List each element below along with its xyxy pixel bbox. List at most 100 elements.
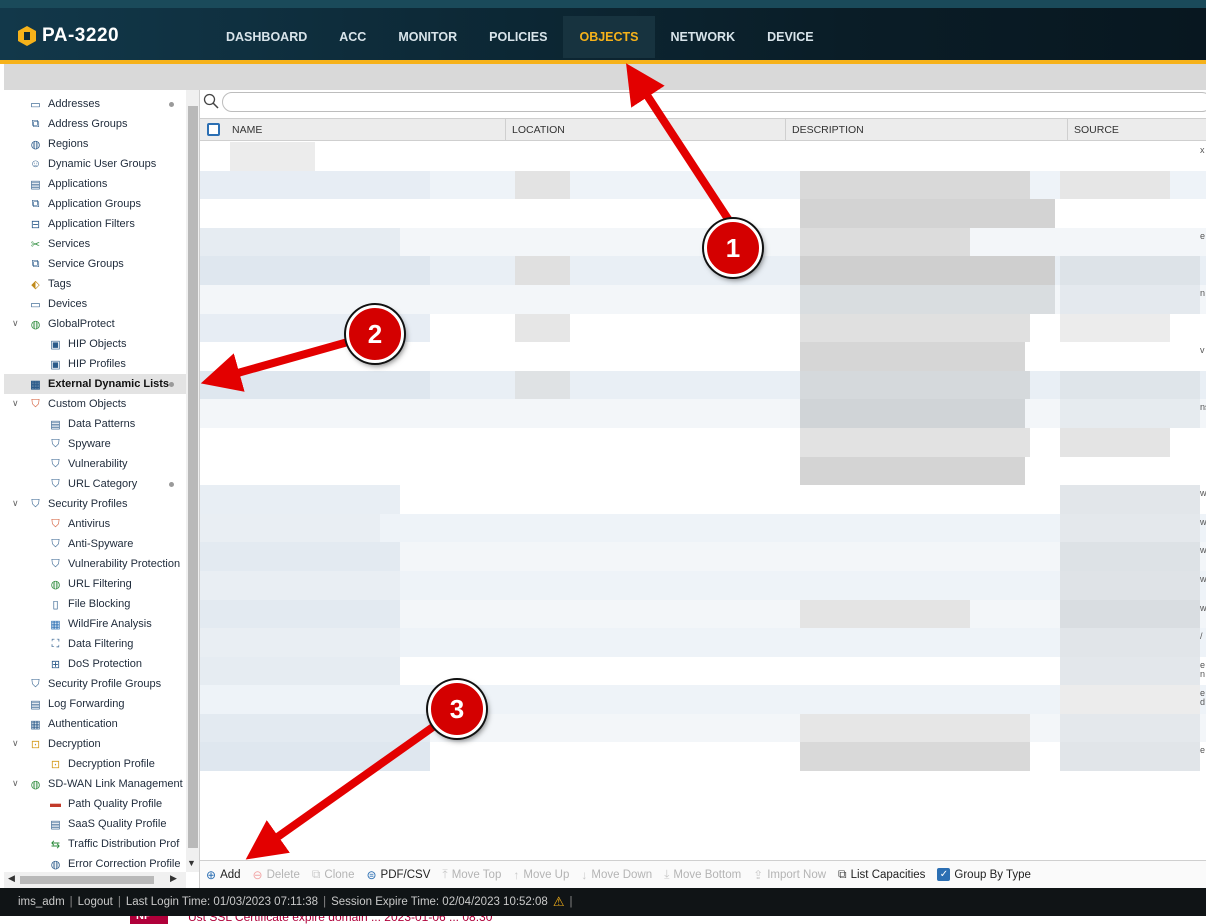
table-row[interactable]: w <box>200 599 1206 629</box>
table-row[interactable] <box>200 370 1206 400</box>
sidebar-item-saas-quality-profile[interactable]: ▤ SaaS Quality Profile <box>4 814 186 834</box>
scroll-down-arrow-icon[interactable]: ▼ <box>187 858 196 868</box>
column-header-name[interactable]: NAME <box>226 119 506 140</box>
sidebar-item-application-filters[interactable]: ⊟ Application Filters <box>4 214 186 234</box>
tab-device[interactable]: DEVICE <box>751 16 830 58</box>
sidebar-item-address-groups[interactable]: ⧉ Address Groups <box>4 114 186 134</box>
sidebar-item-decryption-profile[interactable]: ⊡ Decryption Profile <box>4 754 186 774</box>
sidebar-item-sd-wan-link-management[interactable]: ∨ ◍ SD-WAN Link Management <box>4 774 186 794</box>
sidebar-item-data-patterns[interactable]: ▤ Data Patterns <box>4 414 186 434</box>
table-row[interactable]: e <box>200 742 1206 772</box>
tab-acc[interactable]: ACC <box>323 16 382 58</box>
warning-icon[interactable]: ⚠ <box>553 894 565 910</box>
search-icon <box>203 93 219 109</box>
column-header-description[interactable]: DESCRIPTION <box>786 119 1068 140</box>
table-row[interactable] <box>200 713 1206 743</box>
tab-policies[interactable]: POLICIES <box>473 16 563 58</box>
table-row[interactable]: w <box>200 542 1206 571</box>
sidebar-item-traffic-distribution-prof[interactable]: ⇆ Traffic Distribution Prof <box>4 834 186 854</box>
expand-chevron-icon[interactable]: ∨ <box>12 738 22 749</box>
sidebar-item-devices[interactable]: ▭ Devices <box>4 294 186 314</box>
table-row[interactable] <box>200 199 1206 228</box>
table-row[interactable] <box>200 456 1206 486</box>
sidebar-item-path-quality-profile[interactable]: ▬ Path Quality Profile <box>4 794 186 814</box>
sidebar-item-vulnerability[interactable]: ⛉ Vulnerability <box>4 454 186 474</box>
sidebar-item-hip-objects[interactable]: ▣ HIP Objects <box>4 334 186 354</box>
sidebar-item-label: Data Patterns <box>68 418 136 430</box>
filter-input[interactable] <box>222 92 1206 112</box>
sidebar-item-globalprotect[interactable]: ∨ ◍ GlobalProtect <box>4 314 186 334</box>
table-row[interactable]: e n <box>200 656 1206 686</box>
move-bottom-button[interactable]: ⤓ Move Bottom <box>664 867 741 882</box>
move-up-button[interactable]: ↑ Move Up <box>513 868 569 882</box>
sidebar-item-data-filtering[interactable]: ⛶ Data Filtering <box>4 634 186 654</box>
table-row[interactable] <box>200 256 1206 285</box>
table-row[interactable]: w <box>200 485 1206 514</box>
truncated-cell-text: w <box>1200 488 1206 499</box>
sidebar-item-file-blocking[interactable]: ▯ File Blocking <box>4 594 186 614</box>
sidebar-item-regions[interactable]: ◍ Regions <box>4 134 186 154</box>
tab-network[interactable]: NETWORK <box>655 16 752 58</box>
table-row[interactable] <box>200 427 1206 457</box>
sidebar-item-antivirus[interactable]: ⛉ Antivirus <box>4 514 186 534</box>
add-button[interactable]: ⊕ Add <box>206 868 241 882</box>
table-row[interactable]: / <box>200 628 1206 657</box>
sidebar-item-error-correction-profile[interactable]: ◍ Error Correction Profile <box>4 854 186 874</box>
move-down-button[interactable]: ↓ Move Down <box>581 868 652 882</box>
table-row[interactable]: x <box>200 142 1206 171</box>
table-row[interactable]: w <box>200 513 1206 543</box>
import-now-button[interactable]: ⇪ Import Now <box>753 868 826 882</box>
sidebar-item-security-profiles[interactable]: ∨ ⛉ Security Profiles <box>4 494 186 514</box>
sidebar-item-dos-protection[interactable]: ⊞ DoS Protection <box>4 654 186 674</box>
sidebar-item-tags[interactable]: ⬖ Tags <box>4 274 186 294</box>
tab-dashboard[interactable]: DASHBOARD <box>210 16 323 58</box>
table-row[interactable]: w <box>200 570 1206 600</box>
tab-monitor[interactable]: MONITOR <box>382 16 473 58</box>
sidebar-item-vulnerability-protection[interactable]: ⛉ Vulnerability Protection <box>4 554 186 574</box>
move-top-button[interactable]: ⤒ Move Top <box>442 867 501 882</box>
sidebar-item-applications[interactable]: ▤ Applications <box>4 174 186 194</box>
pdf-csv-icon: ⊜ <box>366 867 377 882</box>
table-row[interactable]: e <box>200 227 1206 257</box>
expand-chevron-icon[interactable]: ∨ <box>12 398 22 409</box>
sidebar-item-services[interactable]: ✂ Services <box>4 234 186 254</box>
sidebar-item-url-filtering[interactable]: ◍ URL Filtering <box>4 574 186 594</box>
group-by-type-checkbox[interactable]: ✓ Group By Type <box>937 868 1031 881</box>
column-header-location[interactable]: LOCATION <box>506 119 786 140</box>
sidebar-item-service-groups[interactable]: ⧉ Service Groups <box>4 254 186 274</box>
sidebar-item-external-dynamic-lists[interactable]: ▦ External Dynamic Lists <box>4 374 186 394</box>
clone-button[interactable]: ⧉ Clone <box>312 867 355 882</box>
sidebar-item-url-category[interactable]: ⛉ URL Category <box>4 474 186 494</box>
scroll-left-arrow-icon[interactable]: ◀ <box>8 873 15 884</box>
table-row[interactable]: n <box>200 284 1206 314</box>
sidebar-item-application-groups[interactable]: ⧉ Application Groups <box>4 194 186 214</box>
sidebar-item-spyware[interactable]: ⛉ Spyware <box>4 434 186 454</box>
pdf-csv-button[interactable]: ⊜ PDF/CSV <box>366 868 430 882</box>
sidebar-item-addresses[interactable]: ▭ Addresses <box>4 94 186 114</box>
scroll-right-arrow-icon[interactable]: ▶ <box>170 873 177 884</box>
sidebar-item-decryption[interactable]: ∨ ⊡ Decryption <box>4 734 186 754</box>
list-capacities-button[interactable]: ⧉ List Capacities <box>838 867 925 882</box>
tab-objects[interactable]: OBJECTS <box>563 16 655 58</box>
logout-link[interactable]: Logout <box>78 896 113 908</box>
expand-chevron-icon[interactable]: ∨ <box>12 498 22 509</box>
table-row[interactable]: e d <box>200 685 1206 714</box>
sidebar-item-wildfire-analysis[interactable]: ▦ WildFire Analysis <box>4 614 186 634</box>
column-header-source[interactable]: SOURCE <box>1068 119 1206 140</box>
sidebar-item-hip-profiles[interactable]: ▣ HIP Profiles <box>4 354 186 374</box>
sidebar-item-custom-objects[interactable]: ∨ ⛉ Custom Objects <box>4 394 186 414</box>
expand-chevron-icon[interactable]: ∨ <box>12 778 22 789</box>
sidebar-item-anti-spyware[interactable]: ⛉ Anti-Spyware <box>4 534 186 554</box>
sidebar-item-log-forwarding[interactable]: ▤ Log Forwarding <box>4 694 186 714</box>
sidebar-item-security-profile-groups[interactable]: ⛉ Security Profile Groups <box>4 674 186 694</box>
sidebar-hscroll-thumb[interactable] <box>20 876 154 884</box>
expand-chevron-icon[interactable]: ∨ <box>12 318 22 329</box>
delete-button[interactable]: ⊖ Delete <box>253 868 300 882</box>
sidebar-scroll-thumb[interactable] <box>188 106 198 848</box>
sidebar-item-dynamic-user-groups[interactable]: ☺ Dynamic User Groups <box>4 154 186 174</box>
table-row[interactable] <box>200 170 1206 200</box>
sidebar-item-label: DoS Protection <box>68 658 142 670</box>
select-all-checkbox[interactable] <box>200 119 226 140</box>
table-row[interactable]: ns <box>200 399 1206 428</box>
sidebar-item-authentication[interactable]: ▦ Authentication <box>4 714 186 734</box>
